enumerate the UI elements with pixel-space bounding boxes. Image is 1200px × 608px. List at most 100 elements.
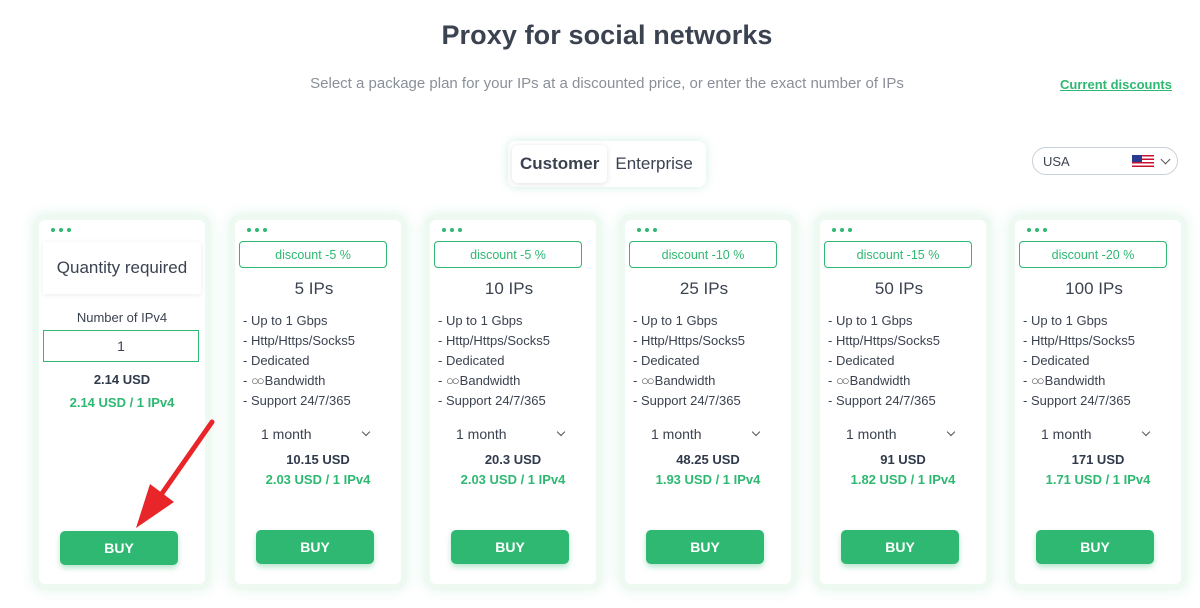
tab-customer[interactable]: Customer bbox=[512, 145, 608, 183]
feature-support: - Support 24/7/365 bbox=[438, 393, 546, 408]
chevron-down-icon bbox=[361, 427, 371, 437]
current-discounts-link[interactable]: Current discounts bbox=[1060, 77, 1172, 92]
plan-card-2: discount -5 % 10 IPs - Up to 1 Gbps - Ht… bbox=[430, 220, 596, 584]
buy-button[interactable]: BUY bbox=[1036, 530, 1154, 564]
number-of-ipv4-input[interactable] bbox=[43, 330, 199, 362]
chevron-down-icon bbox=[556, 427, 566, 437]
custom-buy-button[interactable]: BUY bbox=[60, 531, 178, 565]
country-select-value: USA bbox=[1043, 153, 1070, 169]
infinity-icon: ○○ bbox=[1030, 373, 1045, 388]
feature-list: - Up to 1 Gbps - Http/Https/Socks5 - Ded… bbox=[243, 311, 355, 411]
plan-price-per-ip: 2.03 USD / 1 IPv4 bbox=[265, 472, 371, 487]
chevron-down-icon bbox=[1160, 154, 1171, 164]
card-dots-icon bbox=[442, 228, 462, 232]
feature-bandwidth-label: Bandwidth bbox=[459, 373, 521, 388]
plan-price-per-ip: 1.93 USD / 1 IPv4 bbox=[655, 472, 761, 487]
feature-dedicated: - Dedicated bbox=[243, 353, 310, 368]
page-subtitle: Select a package plan for your IPs at a … bbox=[310, 75, 904, 92]
discount-badge: discount -15 % bbox=[824, 241, 972, 268]
feature-protocols: - Http/Https/Socks5 bbox=[438, 333, 550, 348]
infinity-icon: ○○ bbox=[835, 373, 850, 388]
feature-bandwidth-prefix: - bbox=[243, 373, 251, 388]
quantity-required-title: Quantity required bbox=[43, 242, 201, 294]
card-dots-icon bbox=[247, 228, 267, 232]
feature-protocols: - Http/Https/Socks5 bbox=[243, 333, 355, 348]
feature-dedicated: - Dedicated bbox=[633, 353, 700, 368]
feature-support: - Support 24/7/365 bbox=[828, 393, 936, 408]
period-select[interactable]: 1 month bbox=[846, 423, 956, 445]
feature-bandwidth: - ○○ Bandwidth bbox=[1023, 371, 1135, 391]
feature-protocols: - Http/Https/Socks5 bbox=[828, 333, 940, 348]
feature-support: - Support 24/7/365 bbox=[243, 393, 351, 408]
plan-price-per-ip: 2.03 USD / 1 IPv4 bbox=[460, 472, 566, 487]
feature-list: - Up to 1 Gbps - Http/Https/Socks5 - Ded… bbox=[828, 311, 940, 411]
plan-ips-count: 100 IPs bbox=[1065, 279, 1123, 298]
feature-protocols: - Http/Https/Socks5 bbox=[633, 333, 745, 348]
feature-bandwidth: - ○○ Bandwidth bbox=[438, 371, 550, 391]
feature-support: - Support 24/7/365 bbox=[1023, 393, 1131, 408]
feature-bandwidth-label: Bandwidth bbox=[849, 373, 911, 388]
feature-speed: - Up to 1 Gbps bbox=[1023, 313, 1108, 328]
period-select-value: 1 month bbox=[1041, 426, 1092, 442]
card-dots-icon bbox=[51, 228, 71, 232]
period-select-value: 1 month bbox=[456, 426, 507, 442]
card-dots-icon bbox=[832, 228, 852, 232]
feature-bandwidth-prefix: - bbox=[633, 373, 641, 388]
chevron-down-icon bbox=[946, 427, 956, 437]
feature-dedicated: - Dedicated bbox=[828, 353, 895, 368]
plan-card-3: discount -10 % 25 IPs - Up to 1 Gbps - H… bbox=[625, 220, 791, 584]
feature-support: - Support 24/7/365 bbox=[633, 393, 741, 408]
period-select[interactable]: 1 month bbox=[1041, 423, 1151, 445]
plan-total-price: 10.15 USD bbox=[286, 452, 350, 467]
buy-button[interactable]: BUY bbox=[646, 530, 764, 564]
feature-protocols: - Http/Https/Socks5 bbox=[1023, 333, 1135, 348]
feature-bandwidth-prefix: - bbox=[1023, 373, 1031, 388]
feature-bandwidth-label: Bandwidth bbox=[1044, 373, 1106, 388]
feature-bandwidth: - ○○ Bandwidth bbox=[243, 371, 355, 391]
feature-bandwidth: - ○○ Bandwidth bbox=[633, 371, 745, 391]
custom-price-per-ip: 2.14 USD / 1 IPv4 bbox=[69, 395, 175, 410]
feature-bandwidth: - ○○ Bandwidth bbox=[828, 371, 940, 391]
infinity-icon: ○○ bbox=[250, 373, 265, 388]
plan-price-per-ip: 1.82 USD / 1 IPv4 bbox=[850, 472, 956, 487]
period-select-value: 1 month bbox=[261, 426, 312, 442]
plan-ips-count: 10 IPs bbox=[484, 279, 534, 298]
infinity-icon: ○○ bbox=[640, 373, 655, 388]
page-title: Proxy for social networks bbox=[441, 20, 773, 50]
feature-dedicated: - Dedicated bbox=[438, 353, 505, 368]
customer-type-toggle: Customer Enterprise bbox=[508, 141, 706, 187]
feature-list: - Up to 1 Gbps - Http/Https/Socks5 - Ded… bbox=[633, 311, 745, 411]
discount-badge: discount -10 % bbox=[629, 241, 777, 268]
buy-button[interactable]: BUY bbox=[256, 530, 374, 564]
buy-button[interactable]: BUY bbox=[841, 530, 959, 564]
feature-bandwidth-label: Bandwidth bbox=[654, 373, 716, 388]
feature-speed: - Up to 1 Gbps bbox=[243, 313, 328, 328]
plan-total-price: 48.25 USD bbox=[676, 452, 740, 467]
plan-total-price: 91 USD bbox=[880, 452, 926, 467]
tab-enterprise[interactable]: Enterprise bbox=[607, 145, 700, 183]
plan-ips-count: 25 IPs bbox=[679, 279, 729, 298]
plan-total-price: 20.3 USD bbox=[484, 452, 542, 467]
plan-card-4: discount -15 % 50 IPs - Up to 1 Gbps - H… bbox=[820, 220, 986, 584]
feature-dedicated: - Dedicated bbox=[1023, 353, 1090, 368]
annotation-arrow-icon bbox=[136, 419, 215, 528]
period-select[interactable]: 1 month bbox=[651, 423, 761, 445]
plan-card-1: discount -5 % 5 IPs - Up to 1 Gbps - Htt… bbox=[235, 220, 401, 584]
feature-bandwidth-prefix: - bbox=[828, 373, 836, 388]
chevron-down-icon bbox=[1141, 427, 1151, 437]
discount-badge: discount -5 % bbox=[434, 241, 582, 268]
plan-total-price: 171 USD bbox=[1071, 452, 1125, 467]
plan-ips-count: 5 IPs bbox=[294, 279, 334, 298]
infinity-icon: ○○ bbox=[445, 373, 460, 388]
period-select-value: 1 month bbox=[651, 426, 702, 442]
period-select[interactable]: 1 month bbox=[261, 423, 371, 445]
plan-ips-count: 50 IPs bbox=[874, 279, 924, 298]
feature-speed: - Up to 1 Gbps bbox=[633, 313, 718, 328]
card-dots-icon bbox=[637, 228, 657, 232]
card-dots-icon bbox=[1027, 228, 1047, 232]
period-select[interactable]: 1 month bbox=[456, 423, 566, 445]
buy-button[interactable]: BUY bbox=[451, 530, 569, 564]
country-select[interactable]: USA bbox=[1032, 147, 1178, 175]
number-of-ipv4-label: Number of IPv4 bbox=[76, 310, 168, 325]
feature-list: - Up to 1 Gbps - Http/Https/Socks5 - Ded… bbox=[438, 311, 550, 411]
